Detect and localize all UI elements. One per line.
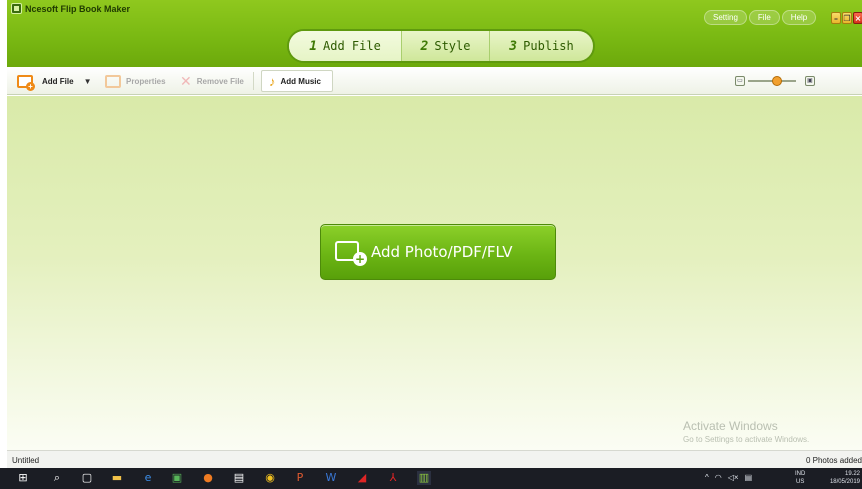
tab-style[interactable]: 2 Style: [401, 31, 489, 61]
word-icon[interactable]: W: [324, 471, 338, 485]
remove-file-label: Remove File: [196, 76, 244, 86]
zoom-out-icon[interactable]: ▭: [735, 76, 745, 86]
step-label: Style: [434, 39, 471, 53]
search-icon[interactable]: ⌕: [50, 471, 64, 485]
clock-time: 19.22: [844, 471, 860, 477]
add-music-label: Add Music: [280, 76, 321, 86]
step-number: 2: [420, 38, 429, 54]
add-photo-label: Add Photo/PDF/FLV: [371, 243, 513, 261]
menu-help[interactable]: Help: [781, 10, 817, 25]
zoom-in-icon[interactable]: ▣: [805, 76, 815, 86]
system-tray: ^ ◠ ◁× ▤: [705, 473, 752, 482]
speaker-icon[interactable]: ◁×: [728, 473, 739, 482]
remove-icon: ✕: [180, 72, 192, 89]
photo-count: 0 Photos added: [805, 456, 862, 465]
flipbook-taskbar-icon[interactable]: ▥: [417, 471, 431, 485]
step-number: 1: [309, 38, 318, 54]
pdf-app-icon[interactable]: ◢: [355, 471, 369, 485]
properties-label: Properties: [126, 76, 166, 86]
acrobat-icon[interactable]: ⅄: [386, 471, 400, 485]
top-menu: Setting File Help: [704, 10, 817, 25]
step-label: Publish: [523, 39, 574, 53]
remove-file-button[interactable]: ✕ Remove File: [180, 71, 244, 91]
start-icon[interactable]: ⊞: [16, 471, 30, 485]
file-explorer-icon[interactable]: ▬: [110, 471, 124, 485]
clock[interactable]: 19.22 18/05/2019: [816, 470, 860, 486]
network-icon[interactable]: ◠: [715, 473, 722, 482]
app-title-text: Ncesoft Flip Book Maker: [25, 3, 131, 14]
edge-icon[interactable]: e: [141, 471, 155, 485]
step-label: Add File: [323, 39, 381, 53]
activation-watermark: Activate Windows Go to Settings to activ…: [683, 419, 809, 444]
tab-add-file[interactable]: 1 Add File: [289, 31, 401, 61]
toolbar-divider: [253, 72, 254, 90]
menu-setting[interactable]: Setting: [704, 10, 747, 25]
watermark-title: Activate Windows: [683, 419, 778, 433]
zoom-slider-handle[interactable]: [771, 76, 782, 86]
restore-button[interactable]: ❐: [842, 12, 852, 24]
tab-publish[interactable]: 3 Publish: [489, 31, 593, 61]
close-button[interactable]: ×: [853, 12, 862, 24]
minimize-button[interactable]: –: [831, 12, 841, 24]
document-name: Untitled: [12, 456, 40, 465]
photos-icon[interactable]: ▣: [170, 471, 184, 485]
step-number: 3: [509, 38, 518, 54]
add-photo-pdf-flv-button[interactable]: + Add Photo/PDF/FLV: [320, 224, 556, 280]
store-icon[interactable]: ▤: [232, 471, 246, 485]
chrome-icon[interactable]: ◉: [263, 471, 277, 485]
lang-code: IND: [795, 471, 806, 477]
region-code: US: [796, 479, 805, 485]
app-logo-icon: [11, 3, 22, 14]
file-drop-area: + Add Photo/PDF/FLV Activate Windows Go …: [7, 96, 862, 450]
chevron-down-icon[interactable]: ▼: [84, 77, 92, 86]
add-media-icon: +: [335, 239, 367, 266]
app-title: Ncesoft Flip Book Maker: [11, 3, 130, 14]
language-indicator[interactable]: IND US: [795, 470, 805, 486]
music-note-icon: ♪: [269, 73, 276, 89]
add-file-label: Add File: [42, 76, 74, 86]
title-bar: Ncesoft Flip Book Maker Setting File Hel…: [7, 0, 862, 67]
chevron-up-icon[interactable]: ^: [705, 473, 709, 482]
status-bar: Untitled 0 Photos added: [7, 450, 862, 468]
window-controls: – ❐ ×: [831, 12, 862, 24]
wizard-steps: 1 Add File 2 Style 3 Publish: [287, 29, 595, 63]
add-music-button[interactable]: ♪ Add Music: [269, 71, 321, 91]
watermark-subtitle: Go to Settings to activate Windows.: [683, 435, 810, 444]
clock-date: 18/05/2019: [829, 479, 860, 485]
properties-button[interactable]: Properties: [105, 71, 166, 91]
windows-taskbar: ⊞ ⌕ ▢ ▬ e ▣ ● ▤ ◉ P W ◢ ⅄ ▥ ^ ◠ ◁× ▤ IND…: [0, 468, 862, 489]
firefox-icon[interactable]: ●: [201, 471, 215, 485]
toolbar: Add File ▼ Properties ✕ Remove File ♪ Ad…: [7, 67, 862, 95]
notification-icon[interactable]: ▤: [745, 473, 753, 482]
zoom-control: ▭ ▣: [735, 76, 815, 86]
powerpoint-icon[interactable]: P: [293, 471, 307, 485]
task-view-icon[interactable]: ▢: [80, 471, 94, 485]
zoom-slider[interactable]: [748, 76, 796, 86]
menu-file[interactable]: File: [748, 10, 780, 25]
add-file-icon: [17, 74, 35, 91]
add-file-button[interactable]: Add File ▼: [17, 71, 91, 91]
properties-icon: [105, 74, 121, 88]
